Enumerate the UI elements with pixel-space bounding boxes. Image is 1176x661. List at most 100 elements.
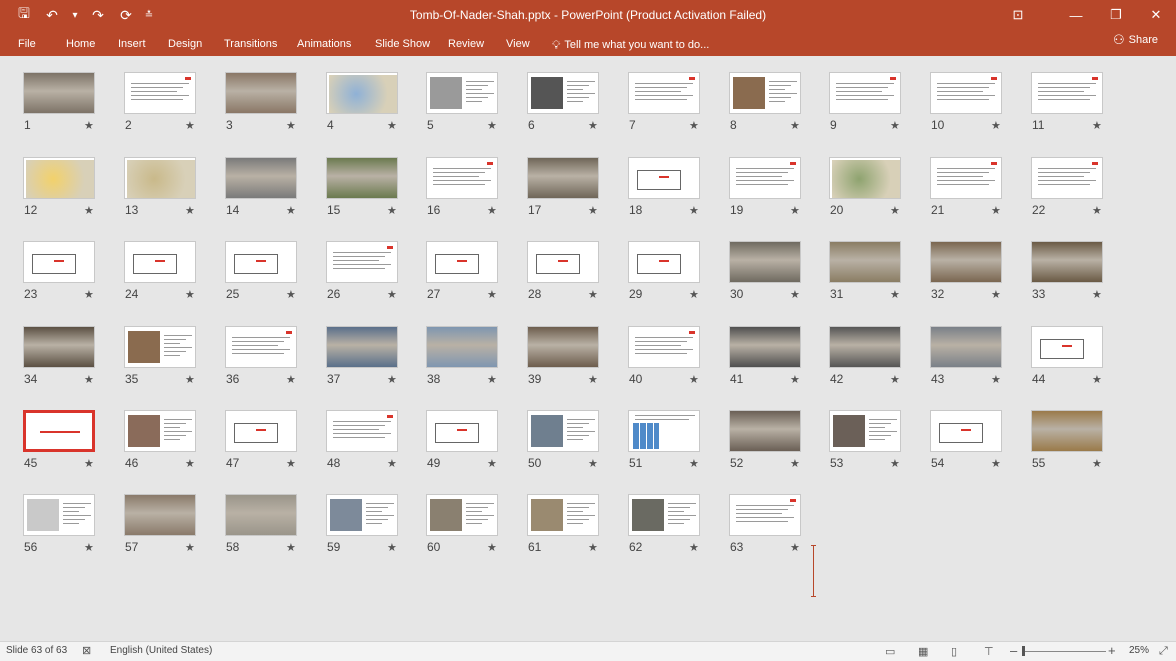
slide-thumbnail[interactable] <box>829 410 901 452</box>
slide-thumbnail[interactable] <box>426 72 498 114</box>
transition-star-icon[interactable]: ★ <box>790 457 800 470</box>
slide-thumbnail[interactable] <box>1031 157 1103 199</box>
transition-star-icon[interactable]: ★ <box>84 204 94 217</box>
zoom-out-button[interactable]: – <box>1010 643 1017 658</box>
slide-thumbnail[interactable] <box>124 494 196 536</box>
transition-star-icon[interactable]: ★ <box>185 373 195 386</box>
slide-thumbnail[interactable] <box>729 157 801 199</box>
slide-thumbnail[interactable] <box>426 410 498 452</box>
slide-thumbnail[interactable] <box>829 72 901 114</box>
slide-thumbnail[interactable] <box>729 494 801 536</box>
slide-thumbnail[interactable] <box>729 241 801 283</box>
spell-check-icon[interactable]: ⊠ <box>82 644 91 657</box>
transition-star-icon[interactable]: ★ <box>185 119 195 132</box>
slide-thumbnail[interactable] <box>23 494 95 536</box>
slide-sorter-view-icon[interactable]: ▦ <box>918 645 928 658</box>
transition-star-icon[interactable]: ★ <box>84 119 94 132</box>
transition-star-icon[interactable]: ★ <box>689 204 699 217</box>
slide-thumbnail[interactable] <box>426 241 498 283</box>
transition-star-icon[interactable]: ★ <box>890 457 900 470</box>
close-icon[interactable]: ✕ <box>1136 0 1176 30</box>
slide-thumbnail[interactable] <box>1031 326 1103 368</box>
transition-star-icon[interactable]: ★ <box>84 457 94 470</box>
slide-thumbnail[interactable] <box>729 410 801 452</box>
transition-star-icon[interactable]: ★ <box>1092 457 1102 470</box>
slide-thumbnail[interactable] <box>326 410 398 452</box>
slide-thumbnail[interactable] <box>527 410 599 452</box>
transition-star-icon[interactable]: ★ <box>890 373 900 386</box>
share-button[interactable]: ⚇ Share <box>1113 32 1158 48</box>
transition-star-icon[interactable]: ★ <box>487 373 497 386</box>
zoom-level[interactable]: 25% <box>1129 645 1149 656</box>
slide-thumbnail[interactable] <box>628 72 700 114</box>
transition-star-icon[interactable]: ★ <box>387 457 397 470</box>
transition-star-icon[interactable]: ★ <box>487 288 497 301</box>
transition-star-icon[interactable]: ★ <box>286 457 296 470</box>
slide-thumbnail[interactable] <box>527 72 599 114</box>
ribbon-display-options-icon[interactable]: ⊡ <box>998 0 1038 30</box>
transition-star-icon[interactable]: ★ <box>890 288 900 301</box>
transition-star-icon[interactable]: ★ <box>890 119 900 132</box>
transition-star-icon[interactable]: ★ <box>588 457 598 470</box>
slide-thumbnail[interactable] <box>1031 72 1103 114</box>
transition-star-icon[interactable]: ★ <box>286 204 296 217</box>
slide-thumbnail[interactable] <box>527 157 599 199</box>
tell-me-box[interactable]: 💡︎ Tell me what you want to do... <box>552 32 709 58</box>
zoom-slider-thumb[interactable] <box>1022 646 1025 656</box>
transition-star-icon[interactable]: ★ <box>286 288 296 301</box>
slide-thumbnail[interactable] <box>527 241 599 283</box>
slide-thumbnail[interactable] <box>628 241 700 283</box>
slide-thumbnail[interactable] <box>829 157 901 199</box>
slide-thumbnail[interactable] <box>426 326 498 368</box>
transition-star-icon[interactable]: ★ <box>991 457 1001 470</box>
transition-star-icon[interactable]: ★ <box>286 373 296 386</box>
transition-star-icon[interactable]: ★ <box>991 373 1001 386</box>
slide-thumbnail[interactable] <box>225 410 297 452</box>
normal-view-icon[interactable]: ▭ <box>885 645 895 658</box>
zoom-in-button[interactable]: + <box>1108 643 1116 658</box>
slide-thumbnail[interactable] <box>326 241 398 283</box>
slide-thumbnail[interactable] <box>930 72 1002 114</box>
fit-to-window-icon[interactable]: ⤢ <box>1159 645 1168 658</box>
transition-star-icon[interactable]: ★ <box>890 204 900 217</box>
slide-thumbnail[interactable] <box>930 410 1002 452</box>
slide-thumbnail[interactable] <box>124 72 196 114</box>
transition-star-icon[interactable]: ★ <box>185 204 195 217</box>
transition-star-icon[interactable]: ★ <box>185 288 195 301</box>
slide-thumbnail[interactable] <box>527 494 599 536</box>
slide-thumbnail[interactable] <box>326 494 398 536</box>
transition-star-icon[interactable]: ★ <box>790 119 800 132</box>
slide-thumbnail[interactable] <box>23 157 95 199</box>
transition-star-icon[interactable]: ★ <box>387 119 397 132</box>
minimize-icon[interactable]: — <box>1056 0 1096 30</box>
slide-thumbnail[interactable] <box>124 410 196 452</box>
slide-thumbnail[interactable] <box>426 157 498 199</box>
slide-show-view-icon[interactable]: ⊤ <box>984 645 994 658</box>
slide-thumbnail[interactable] <box>1031 410 1103 452</box>
transition-star-icon[interactable]: ★ <box>1092 288 1102 301</box>
slide-thumbnail[interactable] <box>527 326 599 368</box>
transition-star-icon[interactable]: ★ <box>991 119 1001 132</box>
slide-thumbnail[interactable] <box>124 326 196 368</box>
transition-star-icon[interactable]: ★ <box>84 288 94 301</box>
slide-thumbnail[interactable] <box>326 157 398 199</box>
transition-star-icon[interactable]: ★ <box>790 541 800 554</box>
slide-thumbnail[interactable] <box>829 241 901 283</box>
slide-thumbnail[interactable] <box>23 241 95 283</box>
transition-star-icon[interactable]: ★ <box>588 541 598 554</box>
slide-thumbnail[interactable] <box>225 326 297 368</box>
transition-star-icon[interactable]: ★ <box>185 541 195 554</box>
slide-thumbnail[interactable] <box>225 157 297 199</box>
reading-view-icon[interactable]: ▯ <box>951 645 957 658</box>
transition-star-icon[interactable]: ★ <box>286 541 296 554</box>
transition-star-icon[interactable]: ★ <box>689 541 699 554</box>
slide-thumbnail[interactable] <box>829 326 901 368</box>
slide-thumbnail[interactable] <box>23 326 95 368</box>
slide-thumbnail[interactable] <box>124 157 196 199</box>
slide-thumbnail[interactable] <box>930 326 1002 368</box>
transition-star-icon[interactable]: ★ <box>588 119 598 132</box>
transition-star-icon[interactable]: ★ <box>790 288 800 301</box>
transition-star-icon[interactable]: ★ <box>84 373 94 386</box>
slide-thumbnail[interactable] <box>225 241 297 283</box>
transition-star-icon[interactable]: ★ <box>487 457 497 470</box>
